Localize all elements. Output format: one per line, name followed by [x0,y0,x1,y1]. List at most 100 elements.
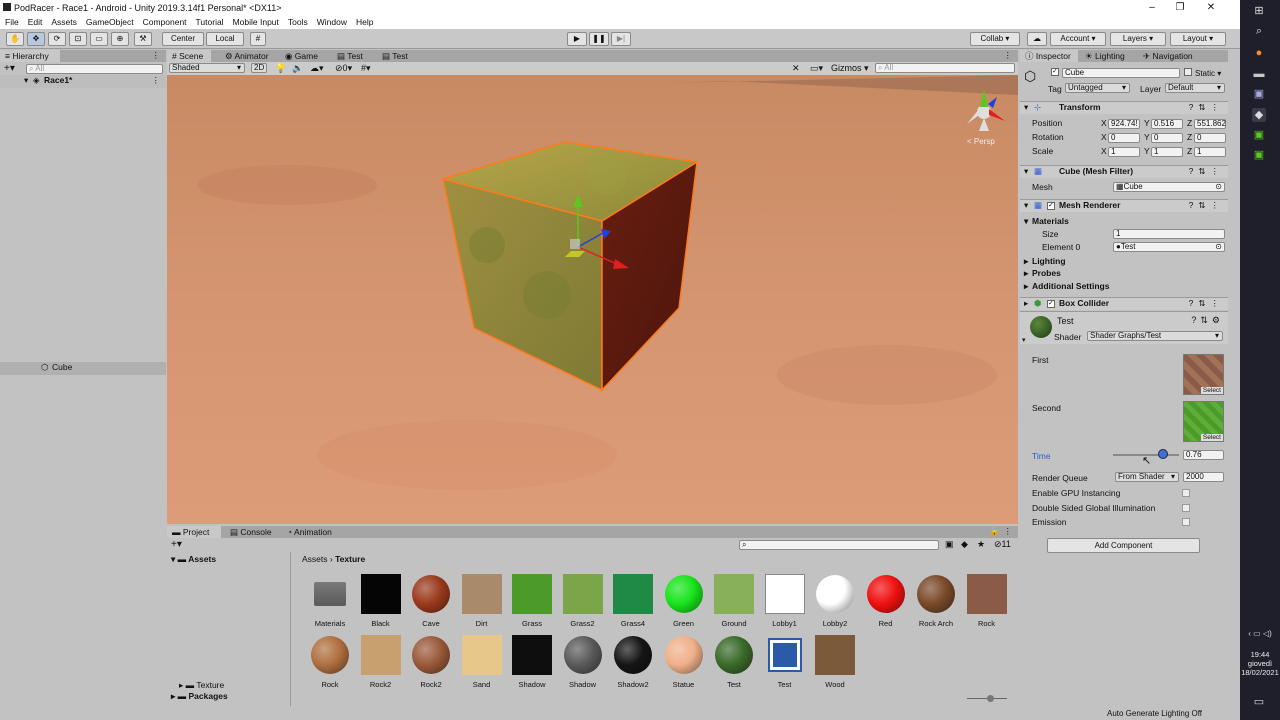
component-menu-icons[interactable]: ?⇅⋮ [1189,298,1224,309]
probes-foldout[interactable]: ▸ Probes [1020,268,1228,281]
tab-project[interactable]: ▬ Project [167,526,221,538]
custom-tool-icon[interactable]: ⚒ [134,32,152,46]
hidden-objects-icon[interactable]: ⊘0▾ [335,63,352,74]
effects-toggle-icon[interactable]: ☁▾ [310,63,324,74]
tab-navigation[interactable]: ✈ Navigation [1138,50,1198,62]
search-icon[interactable]: ⌕ [1252,24,1266,38]
render-queue-mode-dropdown[interactable]: From Shader ▾ [1115,472,1179,482]
filter-type-icon[interactable]: ▣ [945,539,954,550]
object-picker-icon[interactable]: ⊙ [1215,243,1222,251]
tag-dropdown[interactable]: Untagged ▾ [1065,83,1130,93]
move-tool-icon[interactable]: ✥ [27,32,45,46]
expand-arrow-icon[interactable]: ▾ [1022,336,1026,344]
transform-tool-icon[interactable]: ⊕ [111,32,129,46]
material-header[interactable]: Test Shader Shader Graphs/Test ▾ ?⇅⚙ ▾ [1020,311,1228,344]
object-name-input[interactable]: Cube [1062,68,1180,78]
tab-scene[interactable]: # Scene [167,50,211,62]
box-collider-header[interactable]: ▸ ⬢ ✓ Box Collider ?⇅⋮ [1020,297,1228,310]
close-button[interactable]: ✕ [1196,0,1226,15]
tree-assets-root[interactable]: ▾ ▬ Assets [171,554,290,567]
mode-2d-toggle[interactable]: 2D [251,63,267,73]
unity-taskbar-icon[interactable]: ◆ [1252,108,1266,122]
file-explorer-icon[interactable]: ▬ [1252,67,1266,81]
second-texture-select-button[interactable]: Select [1200,434,1223,441]
camera-icon[interactable]: ▭▾ [810,63,823,74]
tab-console[interactable]: ▤ Console [225,526,277,538]
position-y-input[interactable]: 0.516 [1151,119,1183,129]
pause-button[interactable]: ❚❚ [589,32,609,46]
lighting-toggle-icon[interactable]: 💡 [275,63,286,74]
cloud-icon[interactable]: ☁ [1027,32,1047,46]
system-tray-icons[interactable]: ‹ ▭ ◁) [1242,627,1278,641]
element-0-field[interactable]: ●Test ⊙ [1113,242,1225,252]
mesh-filter-header[interactable]: ▾ ▦ Cube (Mesh Filter) ?⇅⋮ [1020,165,1228,178]
filter-label-icon[interactable]: ◆ [961,539,968,550]
create-plus-icon[interactable]: +▾ [171,539,182,550]
gizmos-dropdown[interactable]: Gizmos ▾ [831,63,869,74]
hierarchy-scene-row[interactable]: ▾ ◈ Race1* ⋮ [0,75,166,88]
lock-icon[interactable]: 🔒 [989,526,1000,537]
component-menu-icons[interactable]: ?⇅⋮ [1189,200,1224,211]
layout-dropdown[interactable]: Layout ▾ [1170,32,1226,46]
menu-assets[interactable]: Assets [51,17,77,27]
scale-x-input[interactable]: 1 [1108,147,1140,157]
project-search-input[interactable]: ⌕ [739,540,939,550]
tab-test-1[interactable]: ▤ Test [332,50,368,62]
hidden-count-icon[interactable]: ⊘11 [994,539,1011,550]
hand-tool-icon[interactable]: ✋ [6,32,24,46]
menu-component[interactable]: Component [143,17,187,27]
menu-file[interactable]: File [5,17,19,27]
tab-game[interactable]: ◉ Game [280,50,323,62]
tools-icon[interactable]: ✕ [792,63,800,74]
favorite-icon[interactable]: ★ [977,539,985,550]
tab-lighting[interactable]: ☀ Lighting [1080,50,1130,62]
first-texture-select-button[interactable]: Select [1200,387,1223,394]
scene-menu-icon[interactable]: ⋮ [152,75,161,86]
taskbar-clock[interactable]: 19:44 giovedì 18/02/2021 [1240,650,1280,677]
time-slider-handle[interactable] [1158,449,1169,459]
position-x-input[interactable]: 924.74! [1108,119,1140,129]
rotation-z-input[interactable]: 0 [1194,133,1226,143]
scene-search-input[interactable]: ⌕ All [875,63,1015,73]
audio-toggle-icon[interactable]: 🔈 [292,63,303,74]
tab-hierarchy[interactable]: ≡ Hierarchy [0,50,60,62]
menu-tools[interactable]: Tools [288,17,308,27]
panel-menu-icon[interactable]: ⋮ [1004,50,1013,61]
mesh-object-field[interactable]: ▦Cube ⊙ [1113,182,1225,192]
projection-label[interactable]: < Persp [967,137,995,146]
menu-tutorial[interactable]: Tutorial [196,17,224,27]
panel-menu-icon[interactable]: ⋮ [152,50,161,61]
grid-toggle-icon[interactable]: #▾ [361,63,371,74]
first-texture-slot[interactable]: Select [1183,354,1224,395]
gizmo-center[interactable] [570,239,580,249]
mesh-renderer-enabled-checkbox[interactable]: ✓ [1047,202,1055,210]
time-value-input[interactable]: 0.76 [1183,450,1224,460]
shading-mode-dropdown[interactable]: Shaded ▾ [169,63,245,73]
play-button[interactable]: ▶ [567,32,587,46]
hierarchy-selected-row[interactable]: ⬡ Cube [0,362,166,375]
scale-y-input[interactable]: 1 [1151,147,1183,157]
active-checkbox[interactable]: ✓ [1051,68,1059,76]
menu-edit[interactable]: Edit [28,17,43,27]
component-menu-icons[interactable]: ?⇅⋮ [1189,166,1224,177]
snap-icon[interactable]: # [250,32,266,46]
firefox-icon[interactable]: ● [1252,46,1266,60]
emission-checkbox[interactable] [1182,518,1190,526]
component-menu-icons[interactable]: ?⇅⚙ [1191,315,1224,326]
step-button[interactable]: ▶| [611,32,631,46]
breadcrumb-assets[interactable]: Assets [302,554,328,564]
render-queue-input[interactable]: 2000 [1183,472,1224,482]
mesh-renderer-header[interactable]: ▾ ▦ ✓ Mesh Renderer ?⇅⋮ [1020,199,1228,212]
tree-packages[interactable]: ▸ ▬ Packages [171,691,290,704]
position-z-input[interactable]: 551.862 [1194,119,1226,129]
excel-icon[interactable]: ▣ [1252,128,1266,142]
shader-dropdown[interactable]: Shader Graphs/Test ▾ [1087,331,1223,341]
materials-size-input[interactable]: 1 [1113,229,1225,239]
add-component-button[interactable]: Add Component [1047,538,1200,553]
static-dropdown[interactable]: Static ▾ [1195,69,1221,78]
scene-viewport[interactable]: < Persp [167,75,1018,524]
box-collider-enabled-checkbox[interactable]: ✓ [1047,300,1055,308]
rect-tool-icon[interactable]: ▭ [90,32,108,46]
tab-animator[interactable]: ⚙ Animator [220,50,274,62]
object-picker-icon[interactable]: ⊙ [1215,183,1222,191]
